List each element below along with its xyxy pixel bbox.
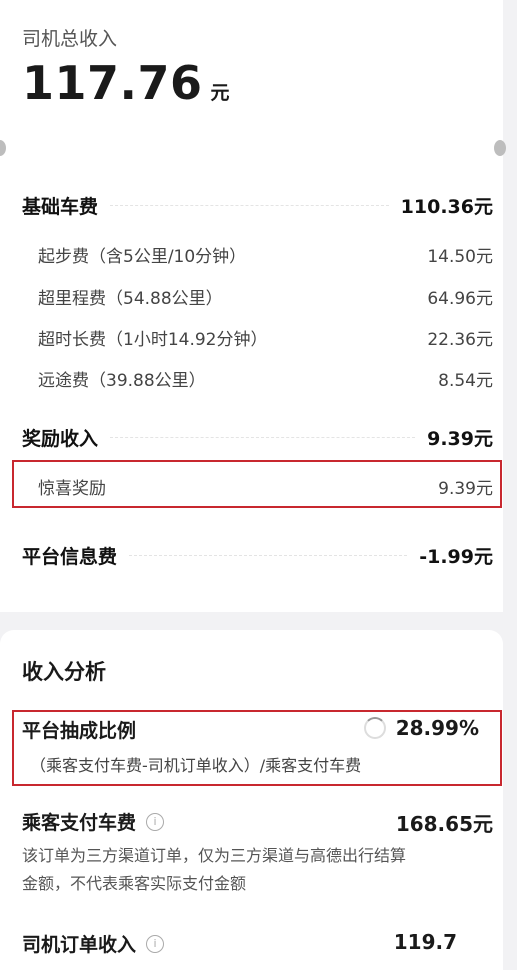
fare-item-label: 起步费（含5公里/10分钟）	[38, 247, 247, 267]
driver-income-value: 119.7	[393, 930, 457, 954]
driver-income-label: 司机订单收入	[22, 934, 137, 956]
total-income-amount: 117.76 元	[22, 56, 230, 110]
row-divider	[110, 205, 389, 206]
fare-item-value: 14.50元	[427, 247, 493, 267]
base-fare-label: 基础车费	[22, 196, 99, 218]
base-fare-row: 基础车费 110.36元	[22, 192, 493, 219]
desc-line: 该订单为三方渠道订单，仅为三方渠道与高德出行结算	[22, 846, 407, 865]
fare-item-value: 8.54元	[438, 371, 493, 391]
platform-fee-label: 平台信息费	[22, 546, 118, 568]
commission-formula: （乘客支付车费-司机订单收入）/乘客支付车费	[30, 756, 362, 775]
fare-item-label: 远途费（39.88公里）	[38, 371, 206, 391]
fare-item-longdistance: 远途费（39.88公里） 8.54元	[38, 366, 493, 391]
reward-item-label: 惊喜奖励	[38, 479, 106, 499]
commission-value: 28.99%	[395, 716, 479, 740]
info-circle-icon[interactable]: i	[146, 934, 165, 953]
passenger-fare-label-wrap: 乘客支付车费 i	[22, 808, 165, 835]
analysis-title: 收入分析	[22, 660, 106, 684]
fare-item-label: 超里程费（54.88公里）	[38, 289, 223, 309]
fare-item-value: 64.96元	[427, 289, 493, 309]
platform-fee-value: -1.99元	[419, 546, 493, 568]
spinner-icon	[363, 717, 386, 739]
reward-value: 9.39元	[427, 428, 493, 450]
commission-value-wrap: 28.99%	[363, 716, 479, 740]
reward-item-value: 9.39元	[438, 479, 493, 499]
passenger-fare-value: 168.65元	[395, 812, 493, 836]
info-circle-icon[interactable]: i	[146, 812, 165, 831]
fare-item-start: 起步费（含5公里/10分钟） 14.50元	[38, 242, 493, 267]
fare-item-overdistance: 超里程费（54.88公里） 64.96元	[38, 284, 493, 309]
fare-item-overtime: 超时长费（1小时14.92分钟） 22.36元	[38, 325, 493, 350]
row-divider	[110, 437, 416, 438]
passenger-fare-label: 乘客支付车费	[22, 812, 137, 834]
row-divider	[129, 555, 408, 556]
fare-item-value: 22.36元	[427, 330, 493, 350]
reward-label: 奖励收入	[22, 428, 99, 450]
fare-item-label: 超时长费（1小时14.92分钟）	[38, 330, 268, 350]
reward-row: 奖励收入 9.39元	[22, 424, 493, 451]
total-income-label: 司机总收入	[22, 28, 118, 50]
passenger-fare-desc: 该订单为三方渠道订单，仅为三方渠道与高德出行结算 金额，不代表乘客实际支付金额	[22, 842, 482, 898]
reward-item-surprise: 惊喜奖励 9.39元	[38, 474, 493, 499]
commission-label: 平台抽成比例	[22, 720, 137, 742]
desc-line: 金额，不代表乘客实际支付金额	[22, 874, 247, 893]
base-fare-value: 110.36元	[400, 196, 493, 218]
driver-income-label-wrap: 司机订单收入 i	[22, 930, 165, 957]
card-notch-right	[494, 140, 506, 156]
platform-fee-row: 平台信息费 -1.99元	[22, 542, 493, 569]
total-amount-unit: 元	[210, 82, 231, 104]
total-amount-value: 117.76	[22, 56, 203, 110]
